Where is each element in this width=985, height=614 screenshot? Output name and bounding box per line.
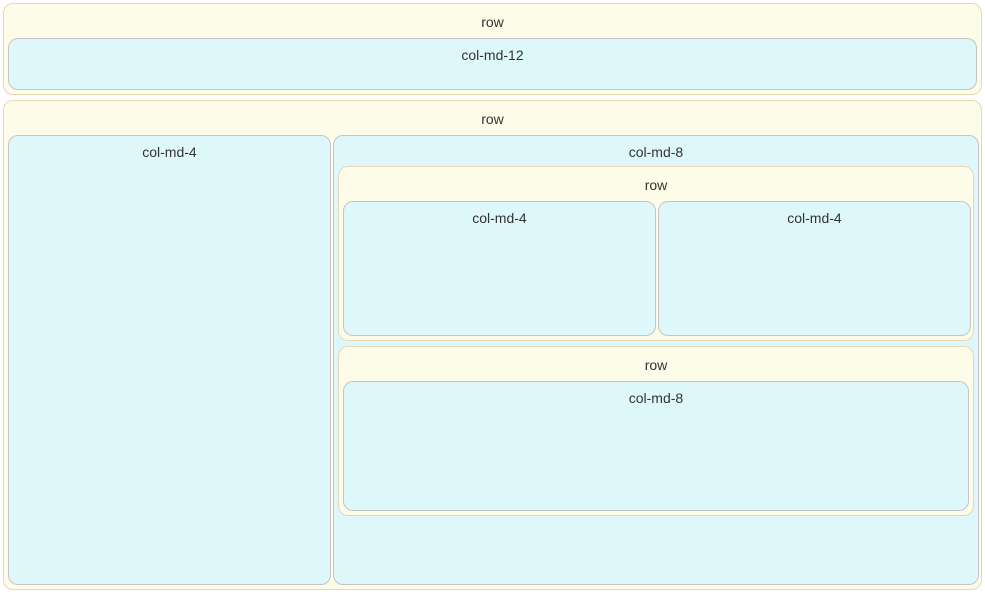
row-content: col-md-4 col-md-8 row col-md-4 col-md-4 <box>8 135 977 585</box>
col-label: col-md-8 <box>338 140 974 166</box>
row-content: col-md-8 <box>343 381 969 511</box>
col-label: col-md-4 <box>13 140 326 166</box>
row-label: row <box>8 105 977 135</box>
row-label: row <box>343 351 969 381</box>
row-content: col-md-12 <box>8 38 977 90</box>
nested-row-1: row col-md-4 col-md-4 <box>338 166 974 341</box>
row-2: row col-md-4 col-md-8 row col-md-4 col-m… <box>3 100 982 590</box>
col-md-8: col-md-8 row col-md-4 col-md-4 row <box>333 135 979 585</box>
col-label: col-md-8 <box>348 386 964 412</box>
col-label: col-md-12 <box>13 43 972 69</box>
row-label: row <box>8 8 977 38</box>
nested-col-md-8: col-md-8 <box>343 381 969 511</box>
nested-col-md-4-b: col-md-4 <box>658 201 971 336</box>
col-label: col-md-4 <box>663 206 966 232</box>
row-content: col-md-4 col-md-4 <box>343 201 969 336</box>
row-label: row <box>343 171 969 201</box>
col-md-4: col-md-4 <box>8 135 331 585</box>
nested-col-md-4-a: col-md-4 <box>343 201 656 336</box>
nested-row-2: row col-md-8 <box>338 346 974 516</box>
col-md-12: col-md-12 <box>8 38 977 90</box>
row-1: row col-md-12 <box>3 3 982 95</box>
col-label: col-md-4 <box>348 206 651 232</box>
